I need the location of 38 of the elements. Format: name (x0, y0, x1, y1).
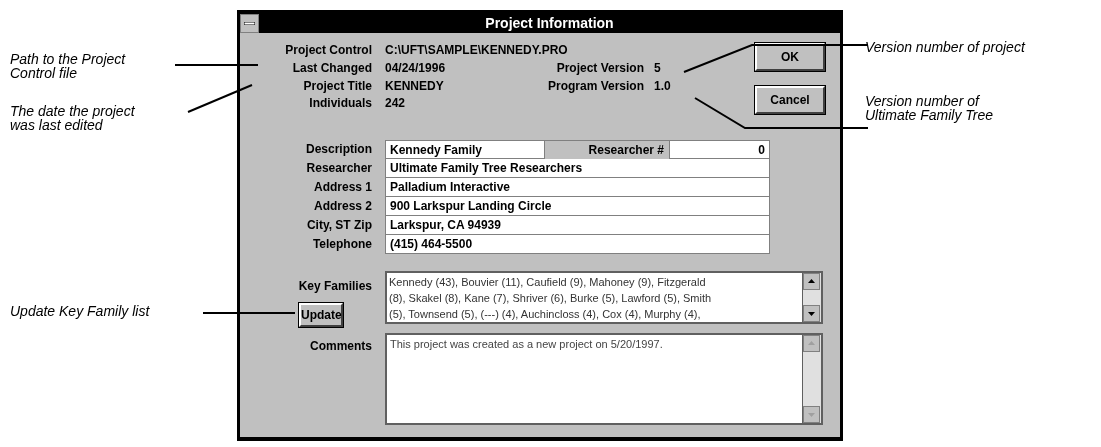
field-label: Telephone (311, 236, 372, 253)
input-field[interactable]: 900 Larkspur Landing Circle (385, 197, 770, 216)
input-field[interactable]: 0 (669, 140, 770, 159)
callout-text: Version number of Ultimate Family Tree (865, 94, 994, 122)
field-label: Description (305, 141, 372, 158)
field-label: Key Families (298, 279, 372, 293)
callout-text: The date the project was last edited (10, 104, 135, 132)
input-field[interactable]: (415) 464-5500 (385, 235, 770, 254)
input-field[interactable]: Kennedy Family (385, 140, 545, 159)
callout-text: Version number of project (865, 40, 1025, 54)
field-value: 5 (653, 60, 662, 77)
field-value: KENNEDY (384, 78, 445, 95)
field-label: Project Version (555, 60, 644, 77)
field-label: Comments (309, 339, 372, 355)
callout-text: Update Key Family list (10, 304, 150, 318)
field-value: 1.0 (653, 78, 672, 95)
field-label: Project Control (284, 43, 372, 59)
field-label: Project Title (302, 78, 372, 95)
callout-text: Path to the Project Control file (10, 52, 126, 80)
field-label: Address 2 (312, 198, 372, 215)
field-value: 242 (384, 96, 407, 113)
list-text-line: Kennedy (43), Bouvier (11), Caufield (9), Mahoney (9), Fitzgerald (389, 275, 707, 290)
field-value: C:\UFT\SAMPLE\KENNEDY.PRO (384, 43, 569, 59)
field-label: Address 1 (312, 179, 372, 196)
field-label: Individuals (308, 96, 372, 113)
window-title: Project Information (484, 15, 615, 31)
field-label: Researcher (305, 160, 372, 177)
field-value: 04/24/1996 (384, 60, 447, 77)
input-field[interactable]: Ultimate Family Tree Researchers (385, 159, 770, 178)
field-label: Last Changed (291, 60, 372, 77)
dialog-button[interactable]: OK (755, 43, 825, 71)
input-field[interactable]: Palladium Interactive (385, 178, 770, 197)
list-text-line: (5), Townsend (5), (---) (4), Auchincloss (4), Cox (4), Murphy (4), (389, 307, 702, 322)
dialog-button[interactable]: Cancel (755, 86, 825, 114)
field-label: Program Version (546, 78, 644, 95)
field-label: City, ST Zip (305, 217, 372, 234)
list-text-line: (8), Skakel (8), Kane (7), Shriver (6), Burke (5), Lawford (5), Smith (389, 291, 713, 306)
input-field[interactable]: Larkspur, CA 94939 (385, 216, 770, 235)
